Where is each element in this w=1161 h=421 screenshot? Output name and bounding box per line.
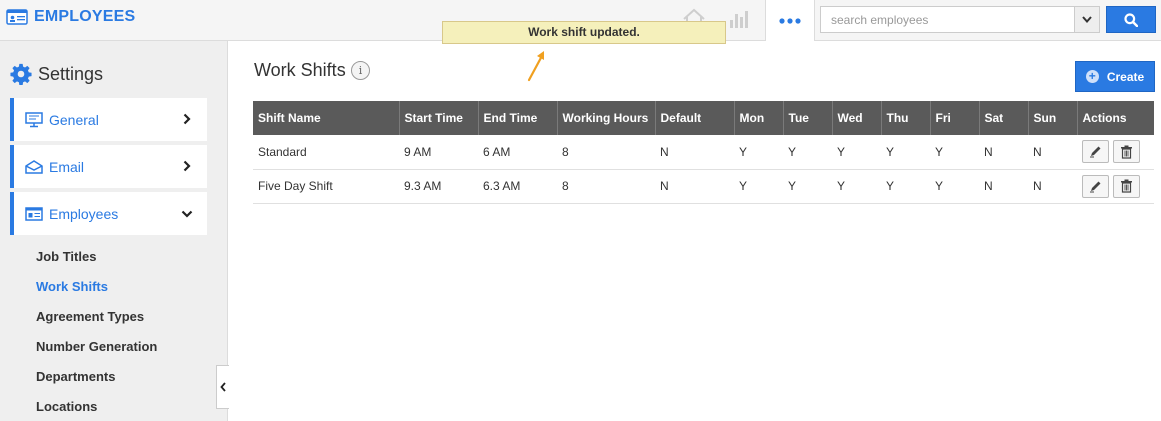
pencil-icon: [1090, 181, 1101, 192]
app-title: EMPLOYEES: [34, 8, 136, 25]
table-cell: Standard: [253, 135, 399, 170]
column-header[interactable]: Shift Name: [253, 101, 400, 135]
page-title: Work Shifts: [254, 60, 346, 80]
chevron-left-icon: [220, 382, 226, 392]
table-cell: Five Day Shift: [253, 169, 399, 204]
table-cell: Y: [832, 169, 881, 204]
table-cell: N: [1028, 169, 1077, 204]
chevron-right-icon: [183, 160, 191, 172]
table-header-row: Shift Name Start Time End Time Working H…: [253, 101, 1154, 135]
edit-button[interactable]: [1082, 140, 1109, 164]
pencil-icon: [1090, 146, 1101, 158]
sidebar-subitem-locations[interactable]: Locations: [36, 399, 97, 414]
table-cell: 9 AM: [399, 135, 478, 170]
sidebar: Settings General Email Employees Job Tit…: [0, 41, 228, 421]
work-shifts-table: Shift Name Start Time End Time Working H…: [253, 101, 1154, 204]
table-row[interactable]: Five Day Shift 9.3 AM 6.3 AM 8 N Y Y Y Y…: [253, 169, 1154, 204]
table-cell: Y: [783, 135, 832, 170]
sidebar-subitem-agreement-types[interactable]: Agreement Types: [36, 309, 144, 324]
column-header[interactable]: Start Time: [399, 101, 479, 135]
trash-icon: [1121, 145, 1132, 159]
actions-cell: [1077, 169, 1154, 204]
column-header[interactable]: Tue: [783, 101, 833, 135]
info-icon[interactable]: i: [351, 61, 370, 80]
chevron-right-icon: [183, 113, 191, 125]
sidebar-item-label: General: [49, 111, 99, 128]
column-header: Actions: [1077, 101, 1154, 135]
column-header[interactable]: Thu: [881, 101, 931, 135]
table-cell: Y: [734, 135, 783, 170]
table-cell: N: [655, 135, 734, 170]
search-dropdown-button[interactable]: [1074, 7, 1099, 32]
settings-heading: Settings: [10, 63, 103, 85]
bar-chart-icon[interactable]: [728, 8, 750, 30]
sidebar-item-email[interactable]: Email: [10, 145, 207, 188]
table-cell: N: [979, 169, 1028, 204]
search-icon: [1124, 12, 1138, 27]
table-cell: Y: [881, 169, 930, 204]
toast-message: Work shift updated.: [442, 21, 726, 44]
create-button[interactable]: + Create: [1075, 61, 1155, 92]
id-card-icon: [6, 9, 28, 25]
table-cell: N: [979, 135, 1028, 170]
sidebar-collapse-button[interactable]: [216, 365, 229, 409]
settings-title: Settings: [38, 63, 104, 84]
table-cell: 6 AM: [478, 135, 557, 170]
sidebar-item-general[interactable]: General: [10, 98, 207, 141]
table-cell: Y: [881, 135, 930, 170]
column-header[interactable]: Default: [655, 101, 735, 135]
table-cell: 6.3 AM: [478, 169, 557, 204]
column-header[interactable]: Fri: [930, 101, 980, 135]
search-box: [820, 6, 1100, 33]
sidebar-item-employees[interactable]: Employees: [10, 192, 207, 235]
table-cell: Y: [930, 169, 979, 204]
sidebar-item-label: Employees: [49, 205, 119, 222]
search-button[interactable]: [1106, 6, 1156, 33]
chevron-down-icon: [181, 210, 193, 218]
gear-icon: [10, 63, 32, 85]
column-header[interactable]: Working Hours: [557, 101, 656, 135]
search-input[interactable]: [821, 7, 1074, 32]
column-header[interactable]: Sat: [979, 101, 1029, 135]
column-header[interactable]: Wed: [832, 101, 882, 135]
column-header[interactable]: Sun: [1028, 101, 1078, 135]
trash-icon: [1121, 179, 1132, 193]
table-cell: N: [1028, 135, 1077, 170]
envelope-icon: [25, 159, 43, 175]
create-button-label: Create: [1106, 69, 1145, 84]
table-cell: Y: [832, 135, 881, 170]
sidebar-item-label: Email: [49, 158, 85, 175]
table-cell: N: [655, 169, 734, 204]
ellipsis-icon: [779, 17, 801, 24]
table-cell: 8: [557, 169, 655, 204]
table-cell: Y: [930, 135, 979, 170]
more-apps-button[interactable]: [765, 0, 815, 41]
table-cell: Y: [734, 169, 783, 204]
actions-cell: [1077, 135, 1154, 170]
column-header[interactable]: End Time: [478, 101, 558, 135]
table-cell: 9.3 AM: [399, 169, 478, 204]
chevron-down-icon: [1082, 16, 1092, 23]
app-brand[interactable]: EMPLOYEES: [6, 8, 135, 26]
sidebar-subitem-work-shifts[interactable]: Work Shifts: [36, 279, 108, 294]
column-header[interactable]: Mon: [734, 101, 784, 135]
monitor-icon: [25, 111, 43, 128]
edit-button[interactable]: [1082, 174, 1109, 198]
delete-button[interactable]: [1113, 140, 1140, 164]
sidebar-subitem-number-generation[interactable]: Number Generation: [36, 339, 157, 354]
sidebar-subitem-departments[interactable]: Departments: [36, 369, 115, 384]
table-cell: Y: [783, 169, 832, 204]
arrow-pointer-icon: [527, 51, 545, 82]
delete-button[interactable]: [1113, 174, 1140, 198]
plus-circle-icon: +: [1085, 70, 1099, 83]
id-card-icon: [25, 206, 43, 222]
table-cell: 8: [557, 135, 655, 170]
sidebar-subitem-job-titles[interactable]: Job Titles: [36, 249, 96, 264]
table-row[interactable]: Standard 9 AM 6 AM 8 N Y Y Y Y Y N N: [253, 135, 1154, 170]
